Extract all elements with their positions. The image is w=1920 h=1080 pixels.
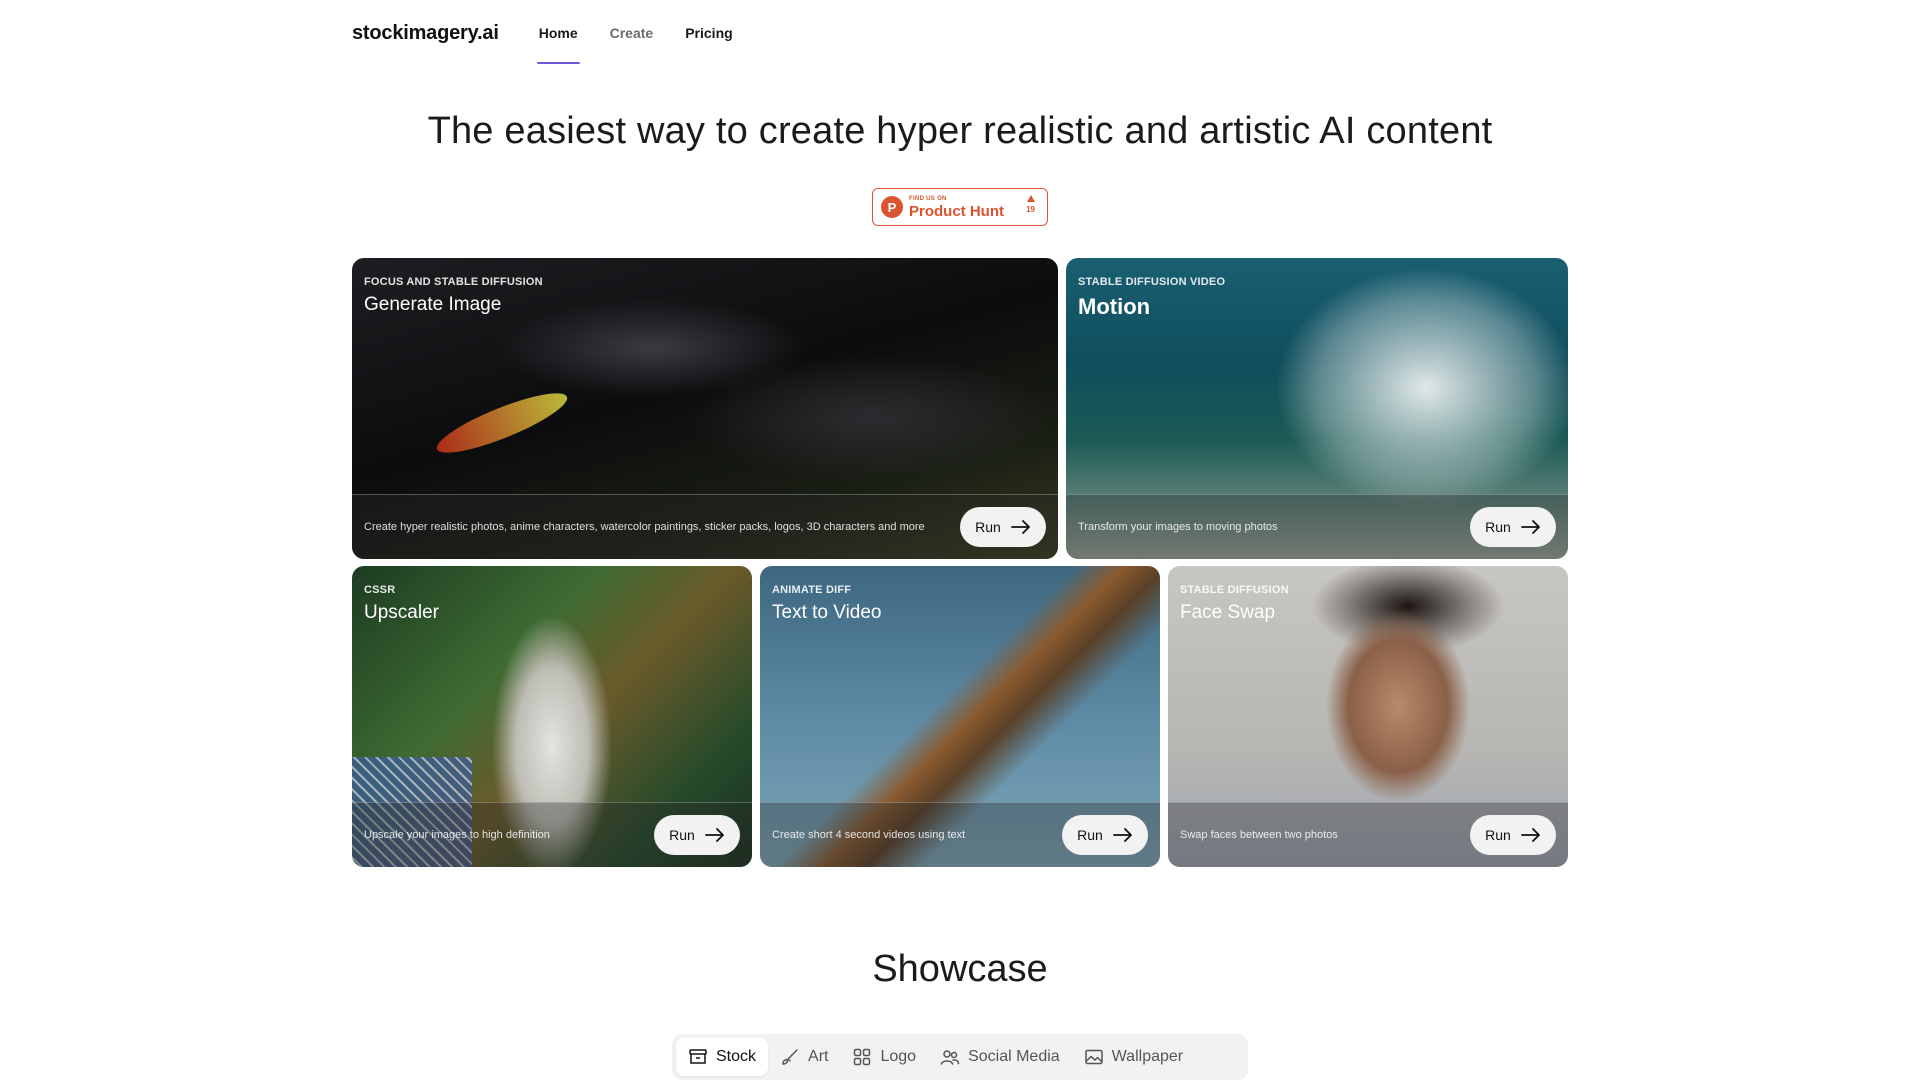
card-kicker: Stable Diffusion [1180,584,1289,596]
card-title: Motion [1078,294,1151,319]
card-footer: Transform your images to moving photos R… [1066,494,1568,559]
product-hunt-name: Product Hunt [909,202,1004,220]
top-nav: stockimagery.ai Home Create Pricing [352,0,749,66]
tab-wallpaper[interactable]: Wallpaper [1072,1038,1195,1076]
run-button[interactable]: Run [654,815,740,855]
run-button-label: Run [669,827,695,843]
tab-social-media[interactable]: Social Media [928,1038,1072,1076]
tab-label: Logo [880,1048,917,1065]
archive-box-icon [689,1049,707,1064]
nav-link-label: Home [538,25,578,41]
nav-link-label: Pricing [685,25,733,41]
nav-link-pricing[interactable]: Pricing [669,0,748,66]
product-hunt-badge[interactable]: P FIND US ON Product Hunt 19 [872,188,1048,226]
card-description: Create short 4 second videos using text [772,829,966,841]
card-kicker: CSSR [364,584,396,596]
card-footer: Swap faces between two photos Run [1168,802,1568,867]
card-footer: Create hyper realistic photos, anime cha… [352,494,1058,559]
hero-title: The easiest way to create hyper realisti… [427,110,1493,152]
run-button-label: Run [1485,519,1511,535]
arrow-right-icon [704,828,724,842]
active-tab-indicator [536,62,580,64]
card-upscaler[interactable]: CSSR Upscaler Upscale your images to hig… [352,566,752,867]
nav-link-home[interactable]: Home [523,0,594,66]
product-hunt-icon: P [881,196,903,218]
card-header: Stable Diffusion Face Swap [1180,584,1289,624]
nav-link-create[interactable]: Create [594,0,670,66]
nav-link-label: Create [609,25,654,41]
card-description: Transform your images to moving photos [1078,521,1278,533]
card-header: Animate Diff Text to Video [772,584,882,624]
card-motion[interactable]: Stable Diffusion Video Motion Transform … [1066,258,1568,559]
upvote-icon [1026,195,1035,202]
card-kicker: Stable Diffusion Video [1078,276,1226,288]
card-title: Generate Image [364,294,502,315]
showcase-tabs: Stock Art Logo Social Media Wallpaper [672,1034,1248,1080]
vote-count: 19 [1026,205,1035,214]
card-kicker: Focus and Stable Diffusion [364,276,543,288]
arrow-right-icon [1520,520,1540,534]
card-text-to-video[interactable]: Animate Diff Text to Video Create short … [760,566,1160,867]
card-image-decoration [431,382,573,464]
users-icon [940,1050,960,1065]
card-generate-image[interactable]: Focus and Stable Diffusion Generate Imag… [352,258,1058,559]
card-footer: Create short 4 second videos using text … [760,802,1160,867]
tab-logo[interactable]: Logo [840,1038,928,1076]
product-hunt-votes: 19 [1026,195,1035,214]
run-button[interactable]: Run [960,507,1046,547]
tab-label: Social Media [968,1048,1060,1065]
card-title: Upscaler [364,602,439,623]
tab-stock[interactable]: Stock [676,1038,769,1076]
run-button-label: Run [1485,827,1511,843]
run-button[interactable]: Run [1470,815,1556,855]
grid-icon [854,1048,871,1066]
brand-logo[interactable]: stockimagery.ai [352,22,499,45]
tab-label: Stock [716,1048,757,1065]
card-description: Create hyper realistic photos, anime cha… [364,521,925,533]
tab-label: Art [808,1048,829,1065]
product-hunt-text: FIND US ON Product Hunt [909,196,1004,219]
card-face-swap[interactable]: Stable Diffusion Face Swap Swap faces be… [1168,566,1568,867]
card-title: Text to Video [772,602,882,623]
card-header: Stable Diffusion Video Motion [1078,276,1225,320]
brush-icon [782,1049,798,1065]
card-description: Swap faces between two photos [1180,829,1338,841]
run-button-label: Run [975,519,1001,535]
arrow-right-icon [1112,828,1132,842]
card-header: Focus and Stable Diffusion Generate Imag… [364,276,543,316]
product-hunt-small-text: FIND US ON [909,195,947,202]
card-kicker: Animate Diff [772,584,852,596]
image-icon [1084,1049,1103,1065]
run-button[interactable]: Run [1062,815,1148,855]
run-button-label: Run [1077,827,1103,843]
card-header: CSSR Upscaler [364,584,439,624]
arrow-right-icon [1520,828,1540,842]
tab-label: Wallpaper [1111,1048,1184,1065]
showcase-title: Showcase [872,948,1048,990]
arrow-right-icon [1010,520,1030,534]
tab-art[interactable]: Art [768,1038,840,1076]
card-footer: Upscale your images to high definition R… [352,802,752,867]
run-button[interactable]: Run [1470,507,1556,547]
card-description: Upscale your images to high definition [364,829,550,841]
card-title: Face Swap [1180,602,1276,623]
